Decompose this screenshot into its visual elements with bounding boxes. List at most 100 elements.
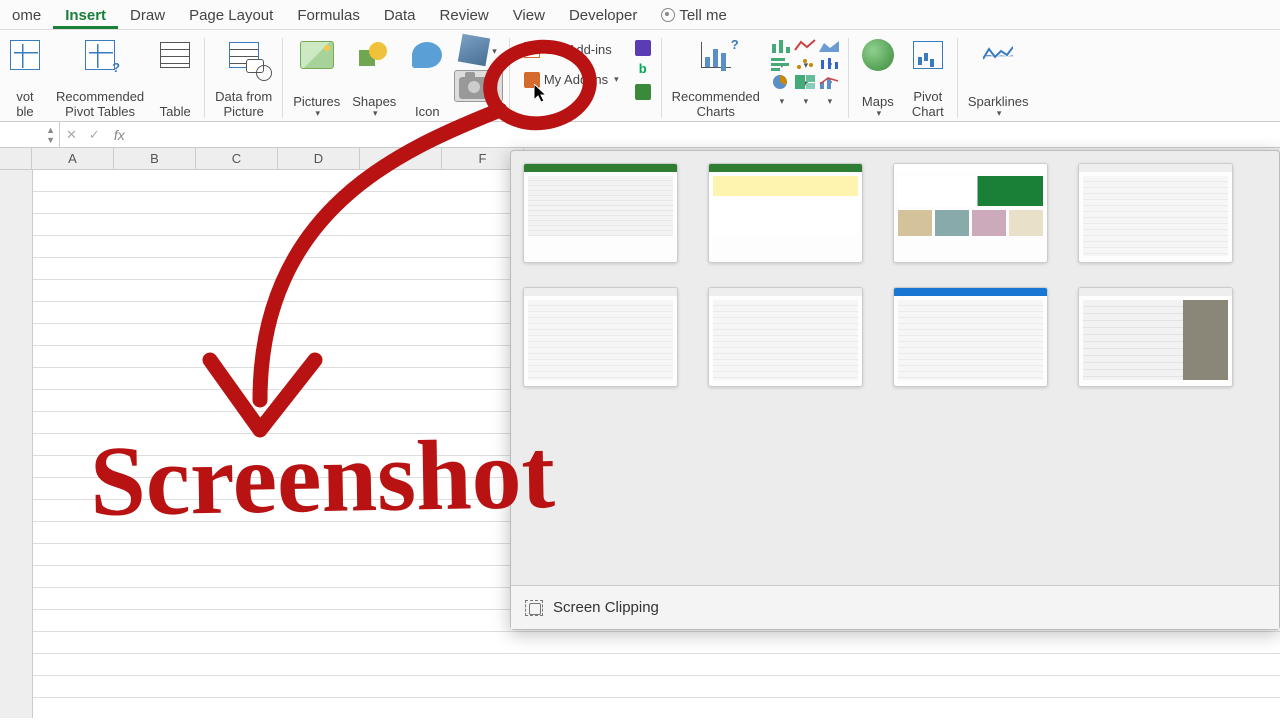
ribbon-insert: vot ble ? Recommended Pivot Tables Table… xyxy=(0,30,1280,122)
select-all-corner[interactable] xyxy=(0,148,32,169)
data-from-picture-label: Data from Picture xyxy=(215,88,272,119)
pivot-table-label: vot ble xyxy=(16,88,33,119)
chevron-down-icon[interactable] xyxy=(490,43,497,57)
my-addins-label: My Add-ins xyxy=(544,73,608,87)
shapes-icon xyxy=(357,40,391,70)
col-E[interactable]: E xyxy=(360,148,442,169)
addins-group: Get Add-ins My Add-ins xyxy=(514,34,629,119)
tab-review[interactable]: Review xyxy=(428,1,501,29)
pivot-chart-button[interactable]: Pivot Chart xyxy=(903,34,953,119)
fx-icon[interactable]: fx xyxy=(106,127,133,143)
sparklines-label: Sparklines xyxy=(968,93,1029,109)
column-chart-icon[interactable] xyxy=(770,38,792,54)
tab-draw[interactable]: Draw xyxy=(118,1,177,29)
addins-icon xyxy=(524,42,540,58)
lightbulb-icon xyxy=(661,8,675,22)
window-thumb[interactable] xyxy=(1078,287,1233,387)
separator xyxy=(282,38,283,118)
icons-label: Icon xyxy=(415,103,440,119)
separator xyxy=(509,38,510,118)
ribbon-tabstrip: ome Insert Draw Page Layout Formulas Dat… xyxy=(0,0,1280,30)
tab-home[interactable]: ome xyxy=(0,1,53,29)
pivot-table-icon xyxy=(10,40,40,70)
tab-view[interactable]: View xyxy=(501,1,557,29)
tab-formulas[interactable]: Formulas xyxy=(285,1,372,29)
data-from-picture-icon xyxy=(229,42,259,68)
tab-page-layout[interactable]: Page Layout xyxy=(177,1,285,29)
separator xyxy=(957,38,958,118)
tell-me-label: Tell me xyxy=(679,7,727,24)
get-addins-label: Get Add-ins xyxy=(544,43,612,57)
enter-formula-icon[interactable]: ✓ xyxy=(83,127,106,143)
recommended-pivot-button[interactable]: ? Recommended Pivot Tables xyxy=(50,34,150,119)
tab-developer[interactable]: Developer xyxy=(557,1,649,29)
table-icon xyxy=(160,42,190,68)
window-thumb[interactable] xyxy=(523,287,678,387)
col-A[interactable]: A xyxy=(32,148,114,169)
pivot-chart-label: Pivot Chart xyxy=(912,88,944,119)
treemap-chart-icon[interactable] xyxy=(794,74,816,90)
separator xyxy=(661,38,662,118)
window-thumb[interactable] xyxy=(893,287,1048,387)
maps-button[interactable]: Maps xyxy=(853,34,903,119)
pictures-icon xyxy=(300,41,334,69)
line-chart-icon[interactable] xyxy=(794,38,816,54)
cursor-icon xyxy=(534,84,550,104)
col-D[interactable]: D xyxy=(278,148,360,169)
stock-chart-icon[interactable] xyxy=(818,56,840,72)
globe-icon xyxy=(862,39,894,71)
window-thumb[interactable] xyxy=(523,163,678,263)
people-addin-icon[interactable] xyxy=(635,84,651,100)
3d-models-icon[interactable] xyxy=(458,34,490,66)
col-C[interactable]: C xyxy=(196,148,278,169)
window-thumb[interactable] xyxy=(1078,163,1233,263)
available-windows xyxy=(523,163,1267,563)
icons-button[interactable]: Icon xyxy=(402,34,452,119)
window-thumb[interactable] xyxy=(893,163,1048,263)
models-screenshot-col xyxy=(452,34,505,119)
cancel-formula-icon[interactable]: ✕ xyxy=(60,127,83,143)
icons-icon xyxy=(412,42,442,68)
screen-clipping-icon xyxy=(525,600,543,616)
pictures-button[interactable]: Pictures xyxy=(287,34,346,119)
name-box[interactable]: ▲▼ xyxy=(0,122,60,147)
window-thumb[interactable] xyxy=(708,287,863,387)
data-from-picture-button[interactable]: Data from Picture xyxy=(209,34,278,119)
addin-shortcuts: b xyxy=(629,34,657,119)
table-button[interactable]: Table xyxy=(150,34,200,119)
col-B[interactable]: B xyxy=(114,148,196,169)
window-thumb[interactable] xyxy=(708,163,863,263)
formula-bar: ▲▼ ✕ ✓ fx xyxy=(0,122,1280,148)
scatter-chart-icon[interactable] xyxy=(794,56,816,72)
tab-data[interactable]: Data xyxy=(372,1,428,29)
screen-clipping-label: Screen Clipping xyxy=(553,599,659,616)
screenshot-icon xyxy=(459,77,489,99)
shapes-button[interactable]: Shapes xyxy=(346,34,402,119)
pictures-label: Pictures xyxy=(293,93,340,109)
pie-chart-icon[interactable] xyxy=(770,74,792,90)
chart-types-grid xyxy=(766,34,844,119)
tell-me[interactable]: Tell me xyxy=(649,1,739,29)
sparklines-button[interactable]: Sparklines xyxy=(962,34,1035,119)
pivot-chart-icon xyxy=(913,41,943,69)
recommended-charts-button[interactable]: ? Recommended Charts xyxy=(666,34,766,119)
screen-clipping-button[interactable]: Screen Clipping xyxy=(511,585,1279,629)
bing-addin-icon[interactable]: b xyxy=(635,62,651,78)
separator xyxy=(848,38,849,118)
recommended-charts-label: Recommended Charts xyxy=(672,88,760,119)
bar-chart-icon[interactable] xyxy=(770,56,792,72)
screenshot-button[interactable] xyxy=(454,70,503,102)
recommended-pivot-icon: ? xyxy=(85,40,115,70)
pivot-table-button[interactable]: vot ble xyxy=(0,34,50,119)
visio-addin-icon[interactable] xyxy=(635,40,651,56)
area-chart-icon[interactable] xyxy=(818,38,840,54)
combo-chart-icon[interactable] xyxy=(818,74,840,90)
sparklines-icon xyxy=(983,45,1013,65)
formula-input[interactable] xyxy=(133,122,1280,147)
recommended-pivot-label: Recommended Pivot Tables xyxy=(56,88,144,119)
recommended-charts-icon: ? xyxy=(701,42,731,68)
tab-insert[interactable]: Insert xyxy=(53,1,118,29)
get-addins-button[interactable]: Get Add-ins xyxy=(520,40,616,60)
maps-label: Maps xyxy=(862,93,894,109)
shapes-label: Shapes xyxy=(352,93,396,109)
